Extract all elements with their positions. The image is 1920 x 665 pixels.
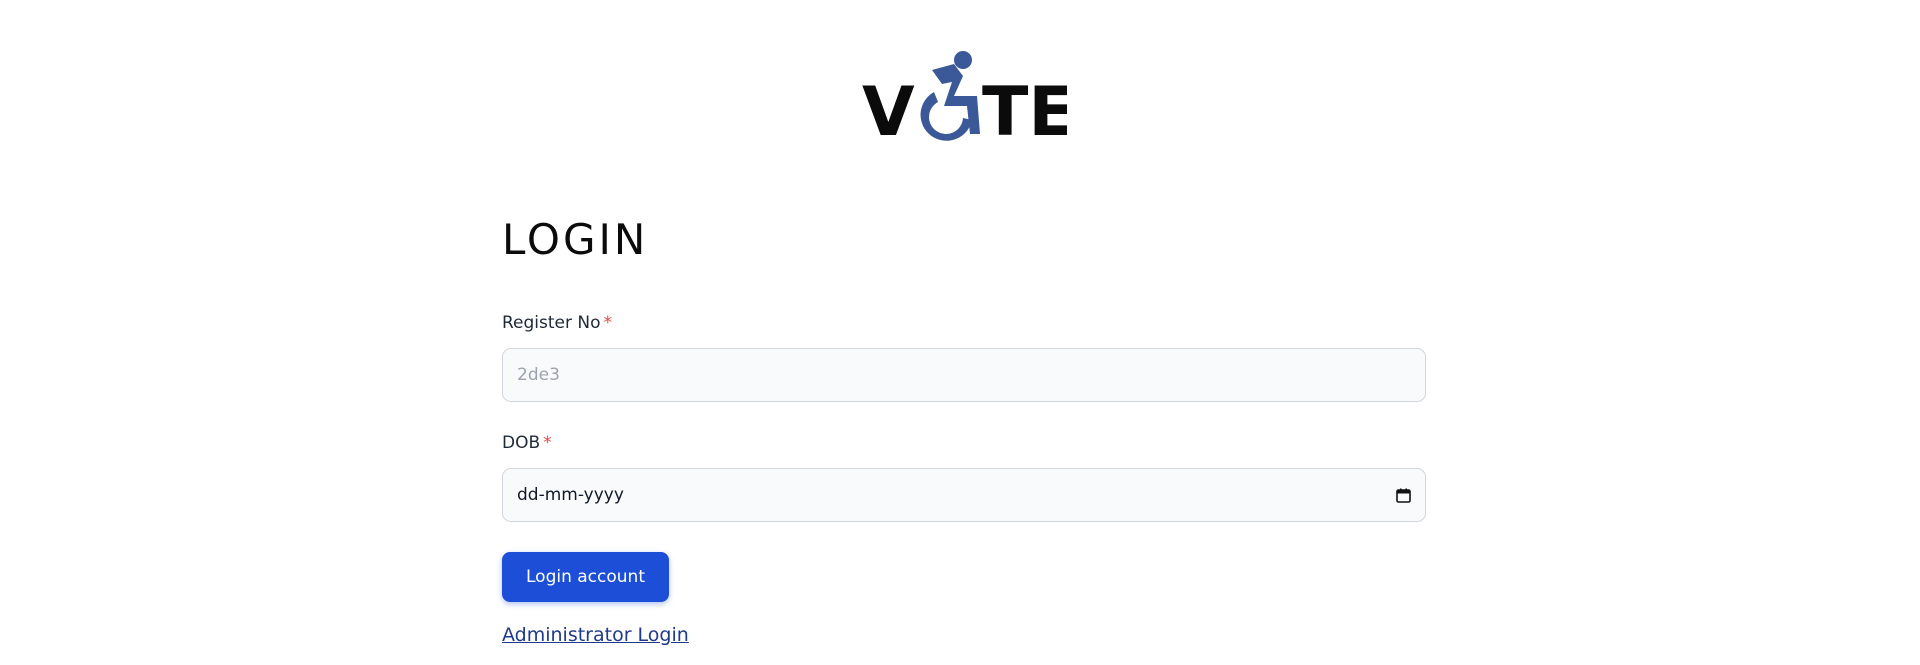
- administrator-login-link[interactable]: Administrator Login: [502, 624, 689, 646]
- dob-input-value[interactable]: dd-mm-yyyy: [517, 485, 1395, 505]
- vote-logo: V TE: [862, 48, 1067, 143]
- logo-letter-v: V: [862, 73, 915, 143]
- required-asterisk: *: [603, 313, 613, 333]
- register-no-label-text: Register No: [502, 313, 601, 333]
- accessible-wheelchair-icon: [920, 51, 980, 141]
- calendar-icon[interactable]: [1395, 487, 1411, 503]
- logo-letters-te: TE: [982, 73, 1067, 143]
- register-no-label: Register No *: [502, 312, 1426, 334]
- login-account-button[interactable]: Login account: [502, 552, 669, 602]
- dob-field[interactable]: dd-mm-yyyy: [502, 468, 1426, 522]
- register-no-input[interactable]: [517, 365, 1411, 385]
- register-no-field[interactable]: [502, 348, 1426, 402]
- required-asterisk: *: [543, 433, 552, 453]
- login-form: LOGIN Register No* DOB* dd-mm-yyyy Login…: [502, 210, 1426, 646]
- dob-label: DOB *: [502, 432, 1426, 454]
- dob-label-text: DOB: [502, 433, 541, 453]
- vote-logo-graphic: V TE: [862, 51, 1067, 143]
- page-title: LOGIN: [502, 215, 649, 264]
